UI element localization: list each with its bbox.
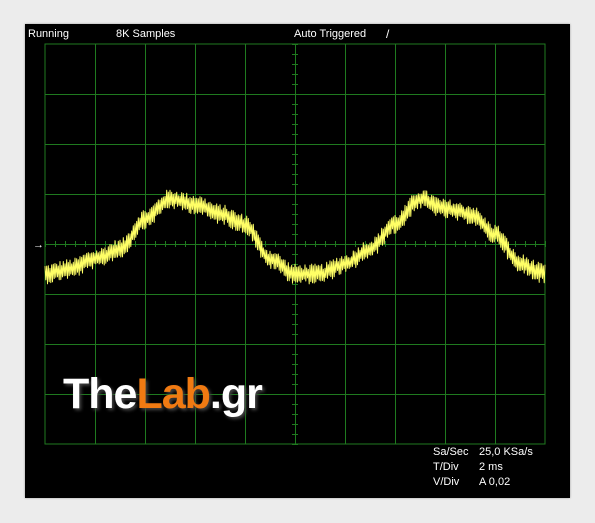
readout-label: V/Div bbox=[433, 476, 460, 488]
oscilloscope-screen: → Running 8K Samples Auto Triggered / Sa… bbox=[25, 24, 570, 498]
status-bar: Running 8K Samples Auto Triggered / bbox=[25, 24, 570, 44]
ground-marker: → bbox=[33, 239, 44, 251]
readout-value: A 0,02 bbox=[479, 476, 511, 488]
readout-value: 2 ms bbox=[479, 461, 503, 473]
scope-display: → bbox=[33, 43, 546, 445]
sample-count: 8K Samples bbox=[116, 28, 176, 40]
watermark-text: The bbox=[63, 370, 137, 418]
watermark-logo: TheLab.gr bbox=[63, 370, 263, 419]
ground-marker-arrow: → bbox=[33, 239, 44, 251]
trigger-mode: Auto Triggered bbox=[294, 28, 367, 40]
readout-value: 25,0 KSa/s bbox=[479, 446, 533, 458]
watermark-text: .gr bbox=[209, 370, 263, 418]
run-status: Running bbox=[28, 28, 69, 40]
watermark-text-accent: Lab bbox=[136, 370, 210, 418]
readout-label: T/Div bbox=[433, 461, 459, 473]
readout-label: Sa/Sec bbox=[433, 446, 469, 458]
trigger-slope-icon: / bbox=[386, 27, 390, 41]
